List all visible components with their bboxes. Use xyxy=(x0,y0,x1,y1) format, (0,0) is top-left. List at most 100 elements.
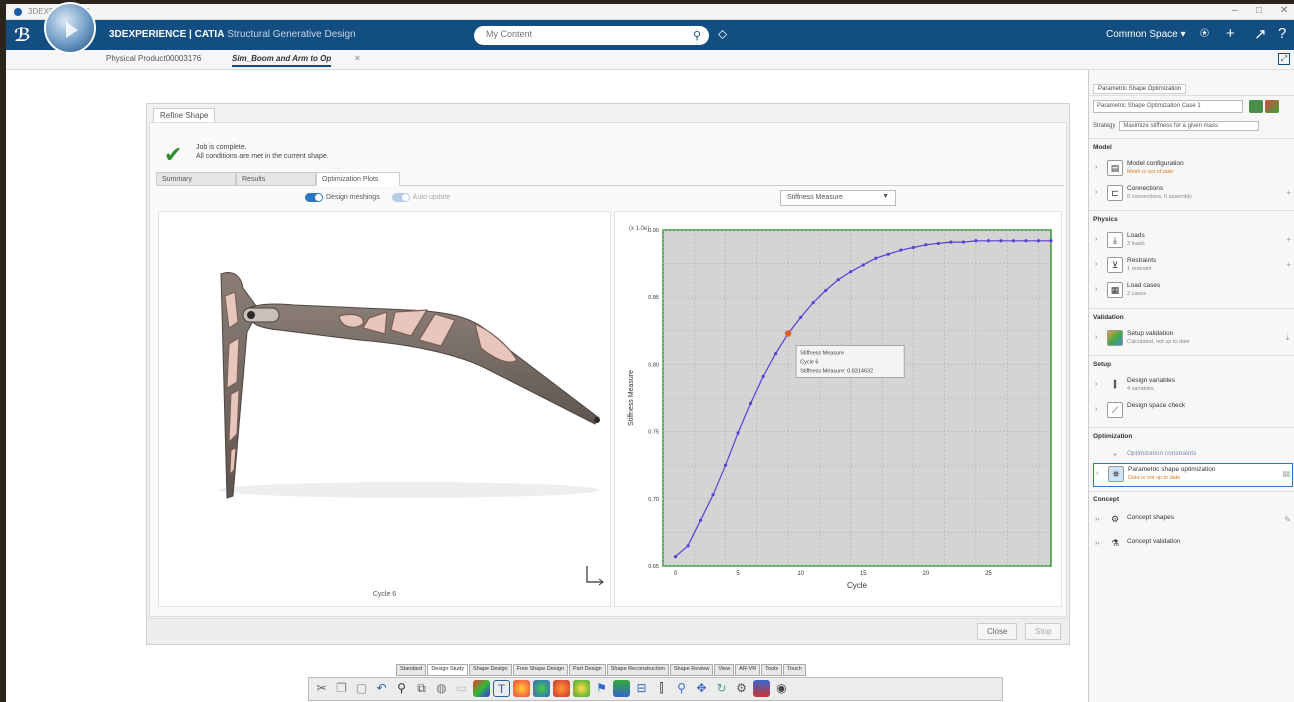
pin-icon[interactable]: ⚲ xyxy=(673,680,690,697)
item-concept-shapes[interactable]: ›› ⚙ Concept shapes ✎ xyxy=(1093,510,1293,532)
item-design-variables[interactable]: › ⫿ Design variables 4 variables xyxy=(1093,375,1293,397)
item-loads[interactable]: › ⤓ Loads 3 loads + xyxy=(1093,230,1293,252)
expand-icon[interactable]: ⤢ xyxy=(1278,53,1290,65)
sphere-icon[interactable]: ◍ xyxy=(433,680,450,697)
search-box[interactable]: ⚲ xyxy=(474,26,709,45)
tab-summary[interactable]: Summary xyxy=(156,172,236,186)
render-icon[interactable]: ◉ xyxy=(773,680,790,697)
tab-physical-product[interactable]: Physical Product00003176 xyxy=(106,54,201,63)
close-tab-icon[interactable]: ✕ xyxy=(354,54,361,63)
item-load-cases[interactable]: › ▦ Load cases 2 cases xyxy=(1093,280,1293,302)
item-parametric-shape-optimization[interactable]: › ⛯ Parametric shape optimization Data is … xyxy=(1093,463,1293,487)
search-input[interactable] xyxy=(486,29,676,39)
tag-icon[interactable]: ⬦ xyxy=(718,26,727,42)
undo-icon[interactable]: ↶ xyxy=(373,680,390,697)
action-tab[interactable]: Free Shape Design xyxy=(512,664,568,676)
close-button[interactable]: Close xyxy=(977,623,1018,640)
run-icon[interactable] xyxy=(1249,100,1263,113)
compass-widget[interactable] xyxy=(44,2,96,54)
probe-icon[interactable]: ⚑ xyxy=(593,680,610,697)
data-point xyxy=(949,240,953,244)
cut-icon[interactable]: ✂ xyxy=(313,680,330,697)
share-icon[interactable]: ↗ xyxy=(1254,25,1267,43)
section-icon[interactable]: ⊟ xyxy=(633,680,650,697)
loads-icon[interactable] xyxy=(553,680,570,697)
chevron-right-icon: ›› xyxy=(1095,540,1100,547)
run-icon[interactable]: ⇣ xyxy=(1284,333,1291,342)
settings-icon[interactable]: ⚙ xyxy=(733,680,750,697)
data-point xyxy=(999,239,1003,243)
close-window-button[interactable]: ✕ xyxy=(1280,5,1288,16)
auto-update-toggle[interactable] xyxy=(391,193,410,202)
collab-space-selector[interactable]: Common Space ▾ xyxy=(1106,29,1186,40)
section-physics: Physics xyxy=(1093,216,1118,223)
shape-preview-panel[interactable]: Cycle 6 xyxy=(158,211,611,607)
item-design-space-check[interactable]: › ⟋ Design space check xyxy=(1093,400,1293,422)
chevron-right-icon: › xyxy=(1095,164,1098,171)
setup-validation-icon xyxy=(1107,330,1123,346)
copy-icon[interactable]: ❐ xyxy=(333,680,350,697)
design-meshings-toggle[interactable] xyxy=(305,193,323,202)
analysis-icon[interactable] xyxy=(513,680,530,697)
paste-icon[interactable]: ▢ xyxy=(353,680,370,697)
add-icon[interactable]: + xyxy=(1113,452,1117,459)
item-sub: 4 variables xyxy=(1127,386,1154,392)
panel-title-tab[interactable]: Parametric Shape Optimization xyxy=(1093,84,1187,94)
tab-optimization-plots[interactable]: Optimization Plots xyxy=(316,172,400,186)
action-tab[interactable]: Design Study xyxy=(427,664,469,676)
mesh-icon[interactable] xyxy=(533,680,550,697)
variables-icon[interactable]: ⫿ xyxy=(653,680,670,697)
action-tab[interactable]: Touch xyxy=(783,664,806,676)
results-table-icon[interactable]: ▤ xyxy=(1282,469,1290,478)
edit-icon[interactable]: ✎ xyxy=(1284,515,1291,524)
add-icon[interactable]: + xyxy=(1226,25,1235,42)
add-icon[interactable]: + xyxy=(1286,260,1291,269)
help-icon[interactable]: ? xyxy=(1278,25,1286,42)
item-model-configuration[interactable]: › ▤ Model configuration Mesh is out of dat… xyxy=(1093,158,1293,180)
item-restraints[interactable]: › ⊻ Restraints 1 restraint + xyxy=(1093,255,1293,277)
action-tab[interactable]: Shape Reconstruction xyxy=(606,664,669,676)
chevron-right-icon: › xyxy=(1095,189,1098,196)
document-icon[interactable]: ▭ xyxy=(453,680,470,697)
results-icon[interactable] xyxy=(573,680,590,697)
action-tab[interactable]: View xyxy=(714,664,735,676)
highlighted-point xyxy=(784,330,792,337)
action-tab[interactable]: AR-VR xyxy=(735,664,761,676)
chart-icon[interactable] xyxy=(613,680,630,697)
section-setup: Setup xyxy=(1093,361,1112,368)
results-icon[interactable] xyxy=(1265,100,1279,113)
shape-shadow xyxy=(219,482,599,498)
action-tab[interactable]: Standard xyxy=(396,664,427,676)
user-avatar-icon[interactable]: ⍟ xyxy=(1200,25,1209,42)
maximize-button[interactable]: □ xyxy=(1256,5,1262,16)
action-tab[interactable]: Part Design xyxy=(569,664,606,676)
item-setup-validation[interactable]: › Setup validation Calculated, not up to … xyxy=(1093,328,1293,350)
minimize-button[interactable]: – xyxy=(1232,5,1238,16)
data-point xyxy=(836,278,840,282)
x-tick-label: 20 xyxy=(922,571,929,577)
action-tab[interactable]: Shape Design xyxy=(469,664,512,676)
case-select[interactable]: Parametric Shape Optimization Case 1 xyxy=(1093,100,1243,113)
plot-measure-select[interactable]: Stiffness Measure ▼ xyxy=(780,190,896,206)
tab-results[interactable]: Results xyxy=(236,172,316,186)
action-tab[interactable]: Tools xyxy=(761,664,783,676)
chevron-right-icon: › xyxy=(1095,406,1098,413)
strategy-select[interactable]: Maximize stiffness for a given mass xyxy=(1119,121,1260,131)
stop-button[interactable]: Stop xyxy=(1025,623,1062,640)
rotate-icon[interactable]: ↻ xyxy=(713,680,730,697)
move-icon[interactable]: ✥ xyxy=(693,680,710,697)
item-concept-validation[interactable]: ›› ⚗ Concept validation xyxy=(1093,534,1293,556)
search-icon[interactable]: ⚲ xyxy=(693,29,701,42)
3ds-logo-icon: ℬ xyxy=(14,25,31,45)
zoom-icon[interactable]: ⚲ xyxy=(393,680,410,697)
tab-active-simulation[interactable]: Sim_Boom and Arm to Op xyxy=(232,54,332,67)
item-connections[interactable]: › ⊏ Connections 0 connections, 0 assembly … xyxy=(1093,183,1293,205)
color-icon[interactable] xyxy=(473,680,490,697)
add-icon[interactable]: + xyxy=(1286,188,1291,197)
view-icon[interactable]: ⧉ xyxy=(413,680,430,697)
app-icon xyxy=(14,8,22,16)
add-icon[interactable]: + xyxy=(1286,235,1291,244)
action-tab[interactable]: Shape Review xyxy=(669,664,714,676)
text-icon[interactable]: T xyxy=(493,680,510,697)
display-icon[interactable] xyxy=(753,680,770,697)
